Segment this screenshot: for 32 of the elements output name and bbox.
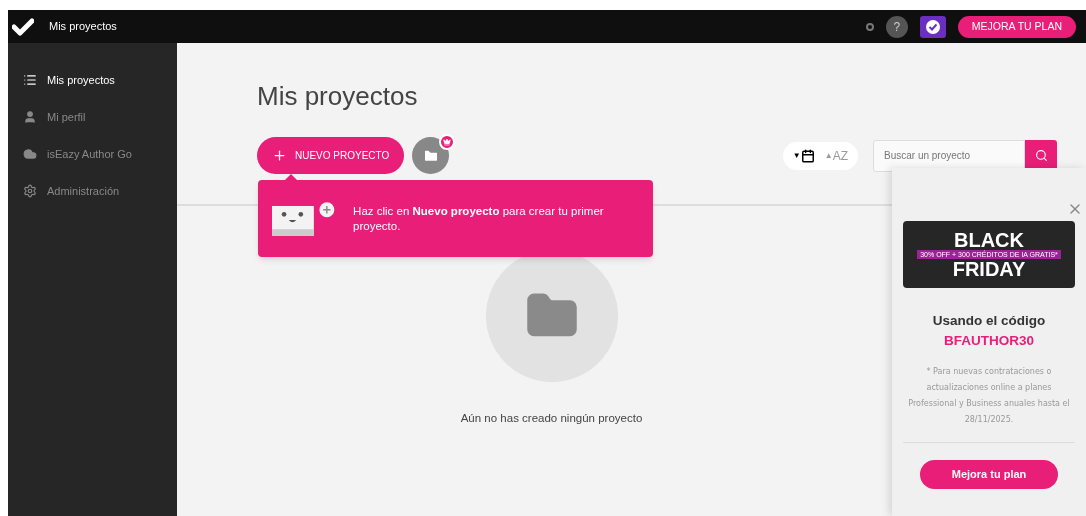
upgrade-plan-button[interactable]: Mejora tu plan xyxy=(920,459,1058,489)
calendar-icon xyxy=(800,148,815,163)
app-title: Mis proyectos xyxy=(49,19,117,35)
user-icon xyxy=(23,110,37,124)
gear-icon xyxy=(23,184,37,198)
new-project-button[interactable]: NUEVO PROYECTO xyxy=(257,137,405,174)
plus-icon xyxy=(272,148,287,163)
sidebar-item[interactable]: Mis proyectos xyxy=(8,70,177,90)
banner-text: BLACK xyxy=(954,230,1024,250)
help-button[interactable]: ? xyxy=(885,15,908,38)
crown-badge-icon xyxy=(439,134,456,150)
sidebar-item[interactable]: isEazy Author Go xyxy=(8,144,177,164)
sidebar-item[interactable]: Administración xyxy=(8,181,177,201)
promo-code: BFAUTHOR30 xyxy=(944,332,1034,351)
empty-message: Aún no has creado ningún proyecto xyxy=(460,411,643,426)
sort-option[interactable]: ▲AZ xyxy=(824,146,848,165)
tooltip-text: Haz clic en Nuevo proyecto para crear tu primer proyecto. xyxy=(353,203,605,234)
banner-text: FRIDAY xyxy=(952,259,1026,279)
checkmark-logo-icon xyxy=(12,17,34,36)
cloud-icon xyxy=(23,147,37,161)
promo-note: * Para nuevas contrataciones o actualizaciones online a planes Professional y Business anuales hasta el 28/11/2025. xyxy=(907,365,1071,426)
upgrade-button[interactable]: MEJORA TU PLAN xyxy=(957,15,1076,38)
page-title: Mis proyectos xyxy=(257,83,419,109)
verified-badge-icon[interactable] xyxy=(919,15,946,38)
new-folder-button[interactable] xyxy=(412,137,450,174)
search-field[interactable]: Buscar un proyecto xyxy=(873,139,1025,172)
sidebar-item[interactable]: Mi perfil xyxy=(8,107,177,127)
list-icon xyxy=(23,73,37,87)
folder-plus-icon xyxy=(422,147,439,164)
sort-option[interactable]: ▼ xyxy=(792,148,815,163)
promo-heading: Usando el código xyxy=(932,312,1046,330)
search-icon xyxy=(1034,149,1048,162)
